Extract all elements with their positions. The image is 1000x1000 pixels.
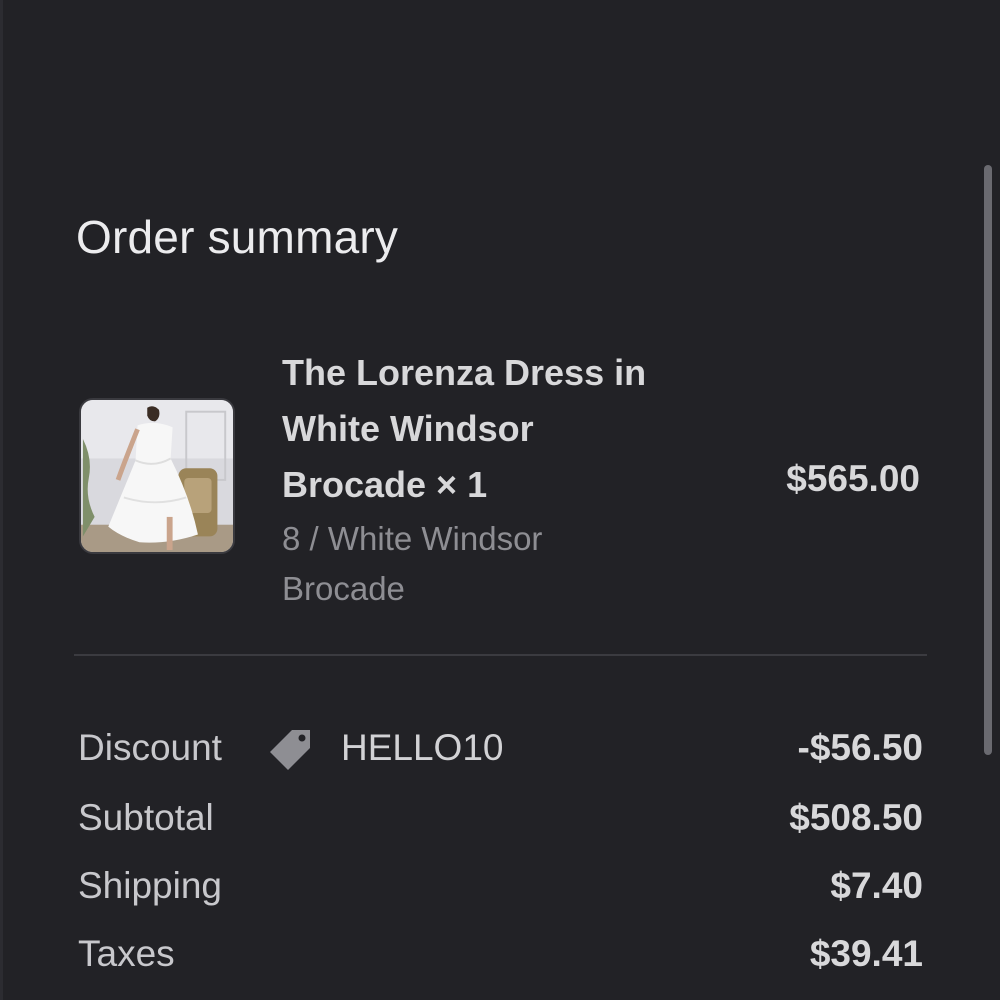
taxes-label: Taxes	[78, 933, 175, 974]
shipping-label: Shipping	[78, 865, 223, 906]
shipping-row: Shipping $7.40	[78, 861, 923, 911]
summary-divider	[74, 654, 927, 656]
order-summary-panel: Order summary The Lorenza Dress in White…	[0, 0, 1000, 1000]
taxes-value: $39.41	[809, 933, 923, 974]
scrollbar[interactable]	[984, 165, 992, 755]
taxes-row: Taxes $39.41	[78, 929, 923, 979]
product-variant: 8 / White Windsor Brocade	[282, 520, 543, 607]
subtotal-row: Subtotal $508.50	[78, 793, 923, 843]
shipping-value: $7.40	[830, 865, 923, 906]
panel-edge	[0, 0, 3, 1000]
subtotal-label: Subtotal	[78, 797, 214, 838]
product-thumbnail	[79, 398, 235, 554]
order-summary-heading: Order summary	[76, 211, 399, 263]
product-title: The Lorenza Dress in White Windsor Broca…	[282, 352, 647, 505]
discount-value: -$56.50	[797, 727, 924, 768]
discount-label: Discount	[78, 727, 222, 768]
discount-row: Discount HELLO10 -$56.50	[78, 723, 923, 773]
discount-code: HELLO10	[341, 727, 504, 768]
subtotal-value: $508.50	[789, 797, 923, 838]
product-price: $565.00	[786, 458, 920, 499]
tag-icon	[266, 726, 314, 774]
